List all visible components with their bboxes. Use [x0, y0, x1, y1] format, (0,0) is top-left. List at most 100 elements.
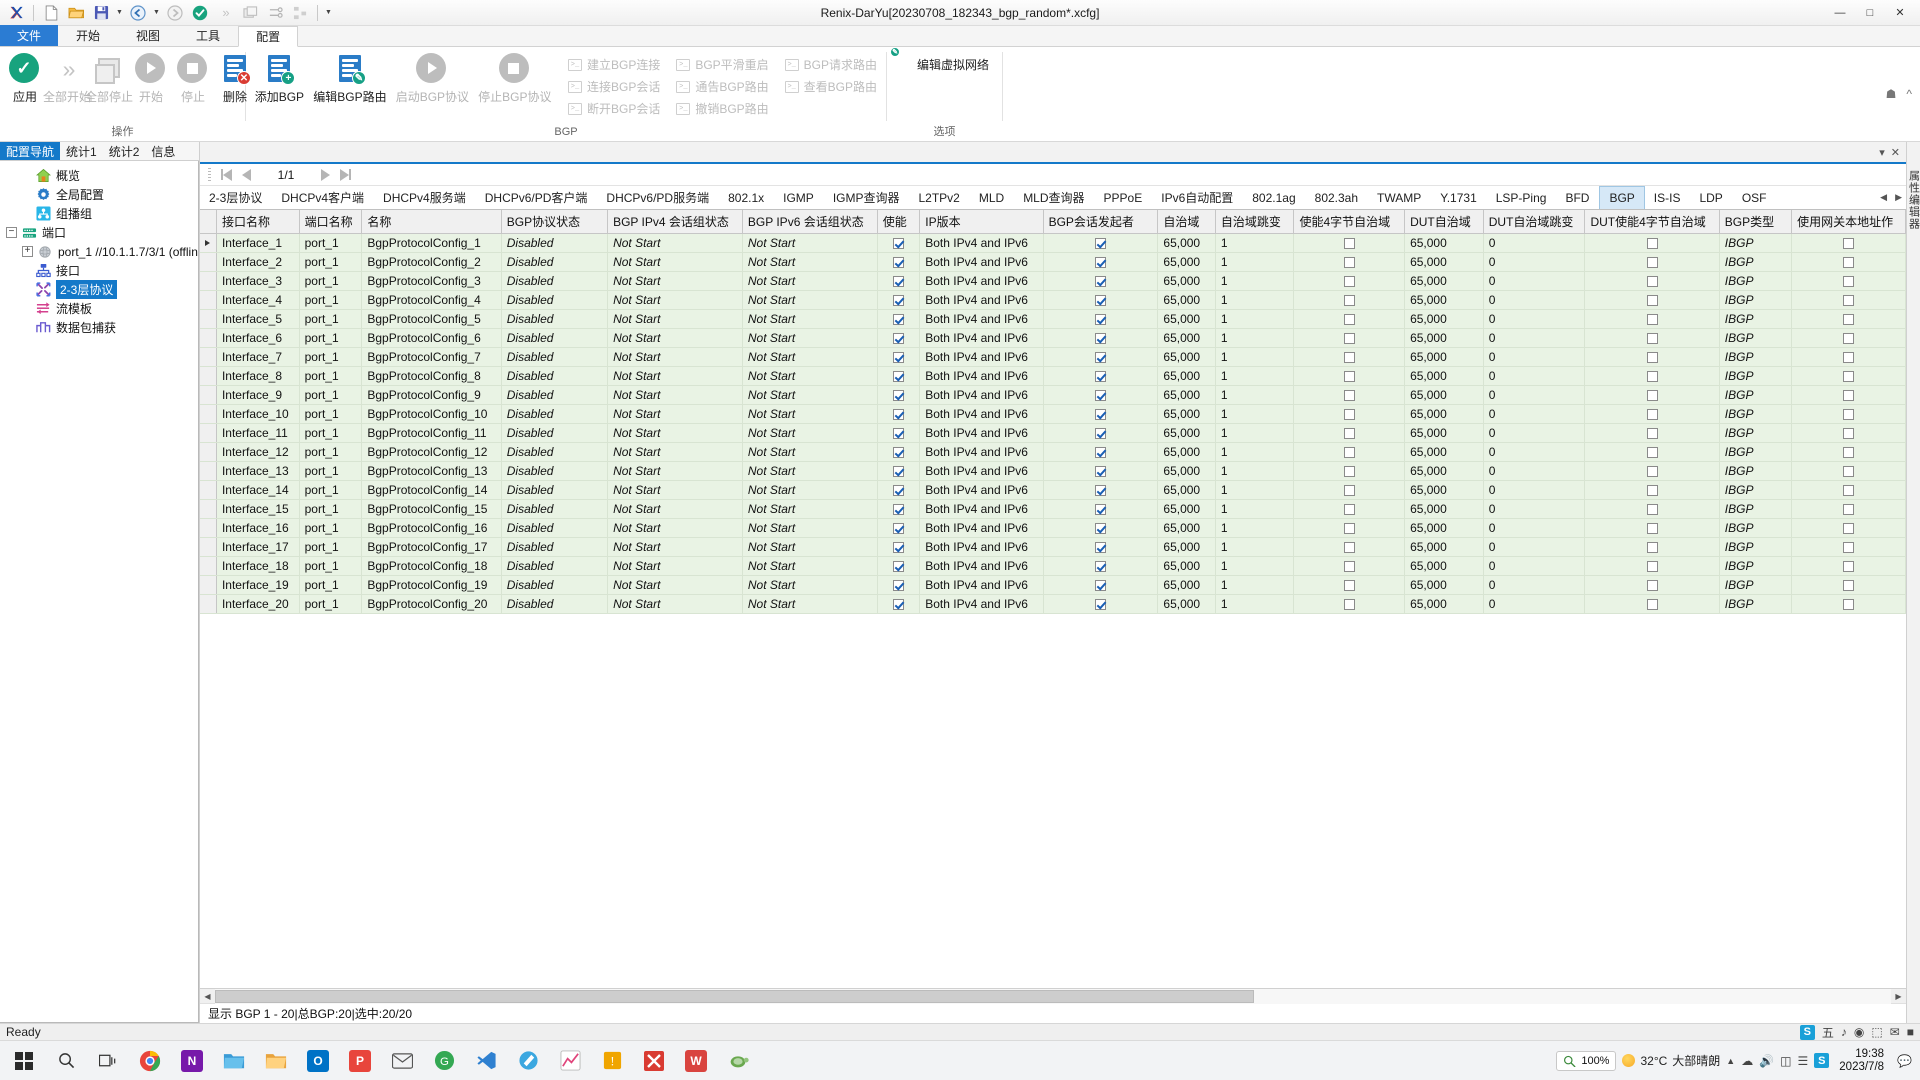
add-bgp-button[interactable]: + 添加BGP [250, 51, 309, 107]
search-icon[interactable] [46, 1042, 86, 1080]
table-row[interactable]: Interface_17port_1BgpProtocolConfig_17Di… [200, 538, 1906, 557]
cell-initiator[interactable] [1043, 386, 1158, 405]
cell-initiator[interactable] [1043, 234, 1158, 253]
cell-dut_as[interactable]: 65,000 [1405, 291, 1484, 310]
cell-v4_state[interactable]: Not Start [608, 386, 743, 405]
cell-bgp_type[interactable]: IBGP [1719, 310, 1791, 329]
unchecked-checkbox[interactable] [1843, 466, 1854, 477]
cell-proto_state[interactable]: Disabled [501, 291, 607, 310]
cell-v6_state[interactable]: Not Start [742, 424, 877, 443]
cell-dut_as_hop[interactable]: 0 [1483, 405, 1585, 424]
cell-bgp_type[interactable]: IBGP [1719, 462, 1791, 481]
unchecked-checkbox[interactable] [1647, 561, 1658, 572]
table-row[interactable]: Interface_15port_1BgpProtocolConfig_15Di… [200, 500, 1906, 519]
cell-dut_as[interactable]: 65,000 [1405, 500, 1484, 519]
tab-statistics-1[interactable]: 统计1 [60, 142, 103, 160]
cell-dut_as[interactable]: 65,000 [1405, 481, 1484, 500]
cell-port[interactable]: port_1 [299, 576, 362, 595]
checked-checkbox[interactable] [1095, 371, 1106, 382]
row-selector[interactable] [200, 253, 216, 272]
cell-v4_state[interactable]: Not Start [608, 329, 743, 348]
cell-asn[interactable]: 65,000 [1158, 443, 1215, 462]
minimize-button[interactable]: — [1826, 2, 1854, 24]
unchecked-checkbox[interactable] [1344, 295, 1355, 306]
unchecked-checkbox[interactable] [1647, 447, 1658, 458]
cell-gateway[interactable] [1792, 500, 1906, 519]
cell-asn[interactable]: 65,000 [1158, 310, 1215, 329]
unchecked-checkbox[interactable] [1843, 561, 1854, 572]
cell-ipver[interactable]: Both IPv4 and IPv6 [920, 481, 1043, 500]
cell-bgp_type[interactable]: IBGP [1719, 424, 1791, 443]
network-icon[interactable]: ☰ [1798, 1054, 1809, 1068]
cell-v6_state[interactable]: Not Start [742, 500, 877, 519]
unchecked-checkbox[interactable] [1843, 599, 1854, 610]
row-selector[interactable] [200, 367, 216, 386]
cloud-sync-icon[interactable]: ☁ [1741, 1054, 1753, 1068]
table-row[interactable]: Interface_16port_1BgpProtocolConfig_16Di… [200, 519, 1906, 538]
unchecked-checkbox[interactable] [1843, 238, 1854, 249]
cell-dut_as[interactable]: 65,000 [1405, 538, 1484, 557]
stop-button[interactable]: 停止 [172, 51, 214, 107]
notifications-icon[interactable]: 💬 [1894, 1054, 1912, 1068]
checked-checkbox[interactable] [893, 295, 904, 306]
cell-dut_as_hop[interactable]: 0 [1483, 367, 1585, 386]
checked-checkbox[interactable] [893, 599, 904, 610]
cell-dut_as_hop[interactable]: 0 [1483, 519, 1585, 538]
cell-ipver[interactable]: Both IPv4 and IPv6 [920, 576, 1043, 595]
table-row[interactable]: Interface_11port_1BgpProtocolConfig_11Di… [200, 424, 1906, 443]
cell-enable[interactable] [877, 253, 920, 272]
cell-gateway[interactable] [1792, 538, 1906, 557]
checked-checkbox[interactable] [1095, 409, 1106, 420]
mail-icon[interactable]: ✉ [1890, 1025, 1900, 1039]
cell-v6_state[interactable]: Not Start [742, 443, 877, 462]
back-dropdown-arrow[interactable]: ▼ [152, 9, 161, 16]
column-header-iface[interactable]: 接口名称 [216, 210, 299, 234]
cell-proto_state[interactable]: Disabled [501, 272, 607, 291]
tray-expand-icon[interactable]: ▲ [1726, 1056, 1735, 1066]
save-icon[interactable] [90, 2, 112, 23]
cell-proto_state[interactable]: Disabled [501, 405, 607, 424]
table-row[interactable]: Interface_9port_1BgpProtocolConfig_9Disa… [200, 386, 1906, 405]
table-row[interactable]: Interface_12port_1BgpProtocolConfig_12Di… [200, 443, 1906, 462]
ime-mode-icon[interactable]: 五 [1822, 1024, 1834, 1041]
edit-virtual-network-button[interactable]: ✎ 编辑虚拟网络 [891, 53, 994, 76]
taskbar-app-paint[interactable] [508, 1042, 548, 1080]
cell-dut_as4[interactable] [1585, 253, 1719, 272]
cell-initiator[interactable] [1043, 329, 1158, 348]
cell-as_hop[interactable]: 1 [1215, 348, 1294, 367]
cell-dut_as[interactable]: 65,000 [1405, 329, 1484, 348]
cell-v4_state[interactable]: Not Start [608, 500, 743, 519]
taskbar-app-tips[interactable]: ! [592, 1042, 632, 1080]
tree-item-packet-capture[interactable]: 数据包捕获 [0, 318, 198, 337]
tab-8023ah[interactable]: 802.3ah [1306, 186, 1368, 209]
column-header-as4[interactable]: 使能4字节自治域 [1294, 210, 1405, 234]
cell-as_hop[interactable]: 1 [1215, 595, 1294, 614]
cell-gateway[interactable] [1792, 576, 1906, 595]
unchecked-checkbox[interactable] [1344, 238, 1355, 249]
cell-name[interactable]: BgpProtocolConfig_15 [362, 500, 501, 519]
cell-name[interactable]: BgpProtocolConfig_14 [362, 481, 501, 500]
cell-bgp_type[interactable]: IBGP [1719, 329, 1791, 348]
cell-as4[interactable] [1294, 576, 1405, 595]
tree-item-flow-template[interactable]: 流模板 [0, 299, 198, 318]
cell-asn[interactable]: 65,000 [1158, 405, 1215, 424]
cell-as4[interactable] [1294, 519, 1405, 538]
cell-dut_as_hop[interactable]: 0 [1483, 538, 1585, 557]
stop-bgp-protocol-button[interactable]: 停止BGP协议 [474, 51, 556, 107]
cell-port[interactable]: port_1 [299, 424, 362, 443]
checked-checkbox[interactable] [893, 580, 904, 591]
cell-ipver[interactable]: Both IPv4 and IPv6 [920, 443, 1043, 462]
checked-checkbox[interactable] [893, 257, 904, 268]
property-editor-strip[interactable]: 属性编辑器 [1906, 142, 1920, 1023]
cell-v4_state[interactable]: Not Start [608, 291, 743, 310]
cell-v4_state[interactable]: Not Start [608, 519, 743, 538]
checked-checkbox[interactable] [1095, 238, 1106, 249]
scrollbar-thumb[interactable] [215, 990, 1254, 1003]
cell-as4[interactable] [1294, 500, 1405, 519]
cell-proto_state[interactable]: Disabled [501, 329, 607, 348]
start-all-button[interactable]: » 全部开始 [46, 51, 88, 107]
cell-dut_as[interactable]: 65,000 [1405, 443, 1484, 462]
cell-as_hop[interactable]: 1 [1215, 386, 1294, 405]
unchecked-checkbox[interactable] [1344, 409, 1355, 420]
cell-v6_state[interactable]: Not Start [742, 272, 877, 291]
